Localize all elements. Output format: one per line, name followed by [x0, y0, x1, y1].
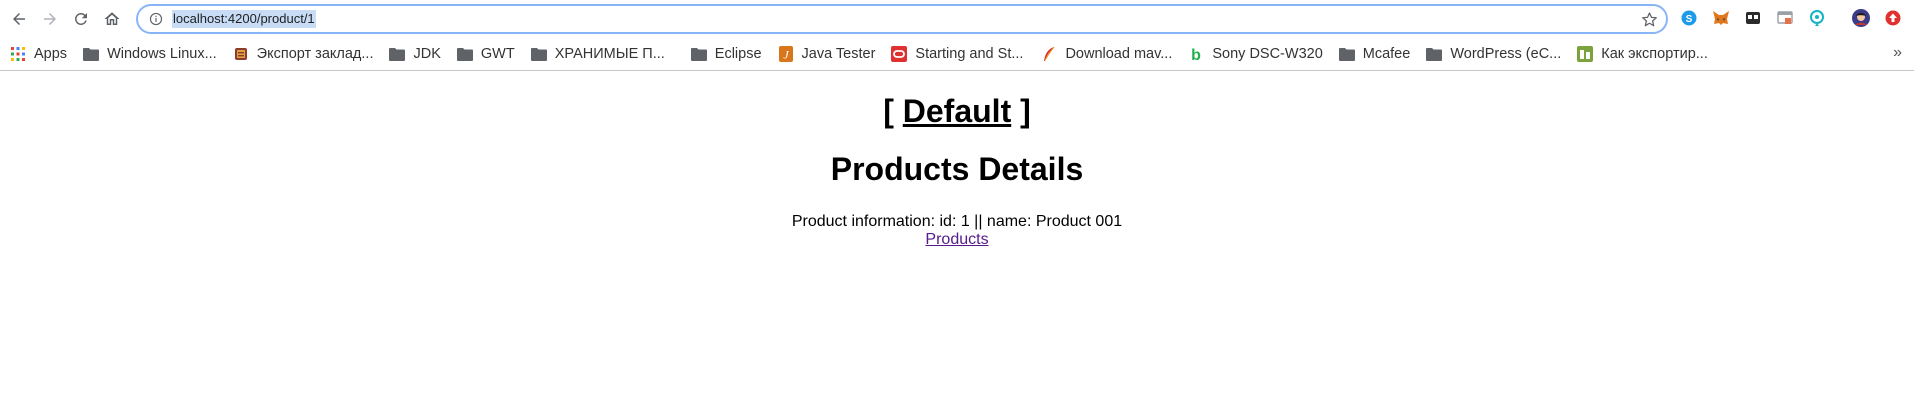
bookmark-label: Как экспортир...	[1601, 46, 1708, 62]
bookmark-label: Sony DSC-W320	[1212, 46, 1323, 62]
page-heading: Products Details	[830, 151, 1084, 187]
arrow-right-icon	[44, 13, 56, 25]
bookmarks-bar: Apps Windows Linux... Экспорт заклад... …	[0, 38, 1914, 71]
folder-icon	[690, 46, 707, 62]
bookmark-label: Экспорт заклад...	[256, 46, 374, 62]
title-prefix: [	[883, 93, 903, 129]
location-pin-extension-icon[interactable]	[1808, 9, 1826, 27]
folder-icon	[456, 46, 473, 62]
oracle-favicon-icon	[891, 46, 908, 62]
bookmark-label: Java Tester	[801, 46, 876, 62]
site-info-icon[interactable]	[148, 11, 164, 27]
bookmark-folder-jdk[interactable]: JDK	[383, 41, 446, 67]
folder-icon	[1426, 46, 1443, 62]
bookmark-folder-windows-linux[interactable]: Windows Linux...	[77, 41, 223, 67]
url-text[interactable]: localhost:4200/product/1	[172, 10, 316, 28]
bookmark-how-to-export[interactable]: Как экспортир...	[1571, 41, 1714, 67]
bookmark-download-maven[interactable]: Download mav...	[1035, 41, 1178, 67]
default-link[interactable]: Default	[903, 93, 1011, 129]
reload-icon	[74, 12, 87, 25]
forward-button[interactable]	[36, 5, 64, 33]
bookmark-java-tester[interactable]: J Java Tester	[772, 41, 882, 67]
back-button[interactable]	[5, 5, 33, 33]
bookmark-folder-gwt[interactable]: GWT	[451, 41, 521, 67]
bookmark-label: Download mav...	[1065, 46, 1173, 62]
arrow-left-icon	[13, 13, 25, 25]
apps-grid-icon	[10, 46, 26, 62]
bookmark-label: Apps	[34, 46, 68, 62]
bookmark-label: WordPress (eC...	[1450, 46, 1562, 62]
folder-icon	[530, 46, 547, 62]
tab-manager-icon[interactable]	[1744, 9, 1762, 27]
svg-text:S: S	[1686, 14, 1693, 25]
skype-icon[interactable]: S	[1680, 9, 1698, 27]
profile-avatar-icon[interactable]	[1852, 9, 1870, 27]
folder-icon	[1338, 46, 1355, 62]
svg-text:J: J	[783, 48, 789, 62]
bookmark-folder-mcafee[interactable]: Mcafee	[1333, 41, 1417, 67]
browser-toolbar: localhost:4200/product/1 S	[0, 0, 1914, 38]
bookmark-label: GWT	[480, 46, 515, 62]
bookmark-apps[interactable]: Apps	[4, 41, 73, 67]
title-suffix: ]	[1011, 93, 1031, 129]
reload-button[interactable]	[67, 5, 95, 33]
products-link[interactable]: Products	[925, 231, 988, 249]
bookmark-folder-eclipse[interactable]: Eclipse	[685, 41, 768, 67]
bookmark-label: JDK	[413, 46, 441, 62]
bookmark-folder-wordpress[interactable]: WordPress (eC...	[1420, 41, 1567, 67]
upload-red-icon[interactable]	[1884, 9, 1902, 27]
bookmark-export[interactable]: Экспорт заклад...	[227, 41, 380, 67]
metamask-fox-icon[interactable]	[1712, 9, 1730, 27]
product-info: Product information: id: 1 || name: Prod…	[791, 213, 1123, 230]
java-favicon-icon: J	[778, 46, 794, 62]
svg-text:b: b	[1191, 47, 1201, 62]
bookmark-folder-stored-procedures[interactable]: ХРАНИМЫЕ П...	[525, 41, 671, 67]
book-favicon-icon	[233, 46, 249, 62]
folder-icon	[83, 46, 100, 62]
bookmark-label: Mcafee	[1362, 46, 1411, 62]
b-favicon-icon: b	[1188, 46, 1204, 62]
bookmark-star-icon[interactable]	[1641, 11, 1658, 28]
app-title: [ Default ]	[0, 91, 1914, 131]
home-button[interactable]	[98, 5, 126, 33]
bookmark-sony-dsc[interactable]: b Sony DSC-W320	[1182, 41, 1328, 67]
address-bar[interactable]: localhost:4200/product/1	[137, 5, 1667, 33]
bookmark-label: Starting and St...	[915, 46, 1024, 62]
bookmark-label: ХРАНИМЫЕ П...	[554, 46, 665, 62]
feather-favicon-icon	[1041, 46, 1057, 62]
bookmark-label: Windows Linux...	[107, 46, 217, 62]
folder-icon	[389, 46, 406, 62]
spreadsheet-favicon-icon	[1577, 46, 1594, 62]
bookmarks-overflow-icon[interactable]: »	[1893, 44, 1902, 62]
home-icon	[104, 12, 120, 25]
extensions-area: S	[1680, 9, 1914, 27]
bookmark-label: Eclipse	[714, 46, 762, 62]
page-content: [ Default ] Products Details Product inf…	[0, 91, 1914, 249]
window-extension-icon[interactable]	[1776, 9, 1794, 27]
bookmark-starting-and-st[interactable]: Starting and St...	[885, 41, 1029, 67]
